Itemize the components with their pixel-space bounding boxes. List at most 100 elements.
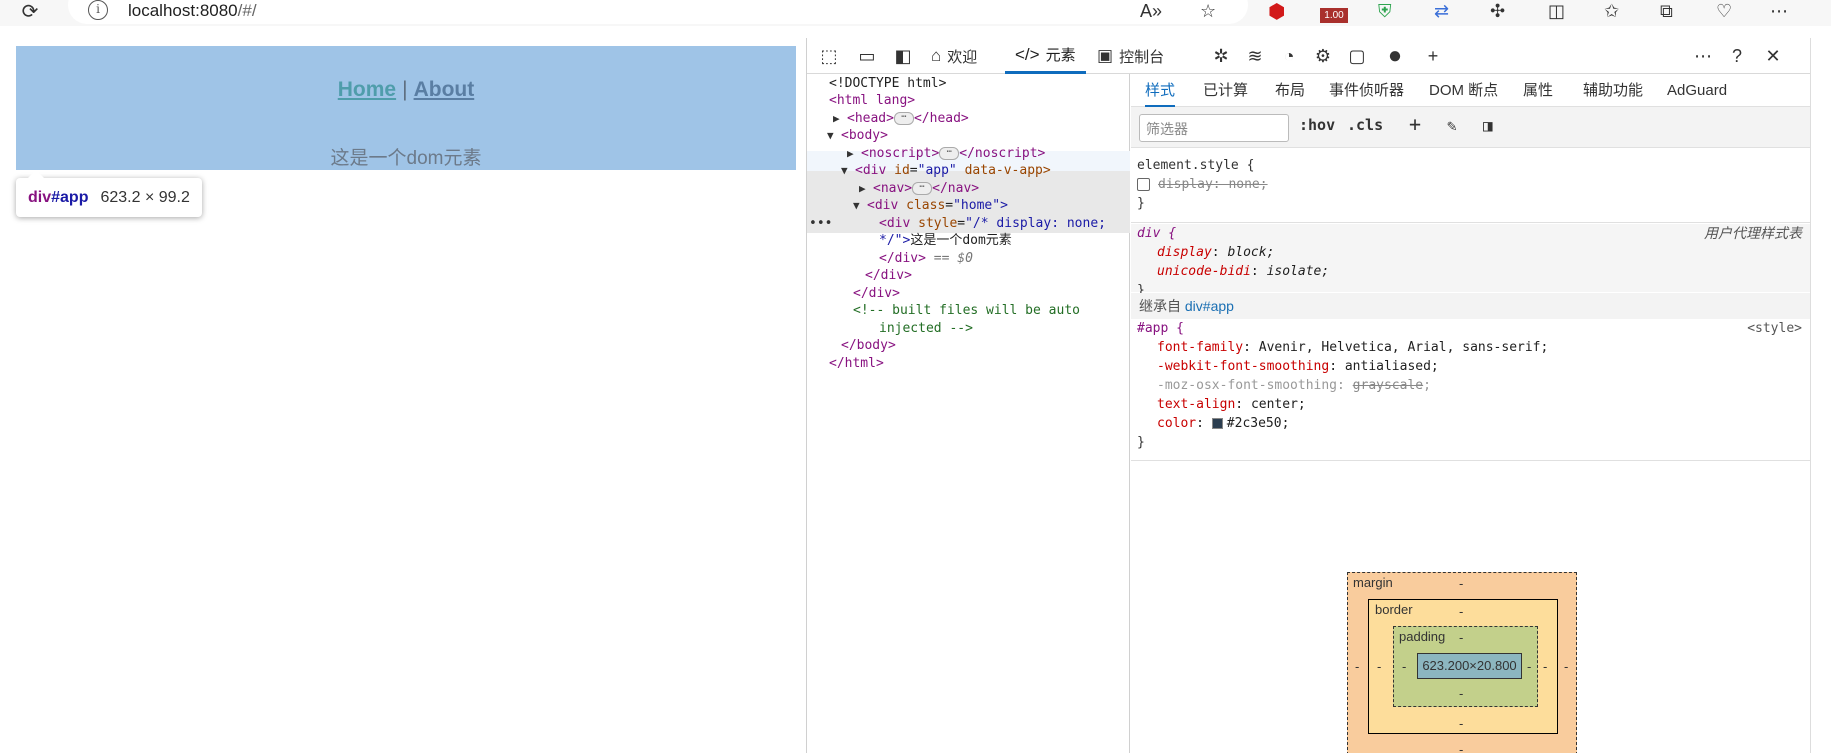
margin-right-value[interactable]: - — [1564, 659, 1568, 674]
url-text[interactable]: localhost:8080/#/ — [128, 1, 257, 21]
margin-top-value[interactable]: - — [1459, 576, 1463, 591]
tab-accessibility[interactable]: 辅助功能 — [1583, 74, 1643, 107]
tab-styles[interactable]: 样式 — [1145, 74, 1176, 107]
padding-bottom-value[interactable]: - — [1459, 686, 1463, 701]
prop-name[interactable]: -webkit-font-smoothing — [1157, 359, 1329, 374]
box-model-content[interactable]: 623.200×20.800 — [1417, 653, 1522, 679]
border-top-value[interactable]: - — [1459, 604, 1463, 619]
style-source-link[interactable]: <style> — [1747, 319, 1802, 338]
extensions-icon[interactable]: ✣ — [1490, 0, 1505, 22]
nav-separator: | — [402, 78, 408, 101]
adblock-icon[interactable]: ⬢ — [1268, 0, 1285, 23]
box-model-margin-label: margin — [1353, 575, 1393, 590]
element-style-prop[interactable]: display: none; — [1158, 177, 1268, 192]
prop-value[interactable]: #2c3e50; — [1227, 416, 1290, 431]
devtools-tabbar: ⬚ ▭ ◧ ⌂ 欢迎 </> 元素 ▣ 控制台 ✲ ≋ ◔ ⚙ ▢ ● + ⋯ ? ✕ — [807, 38, 1812, 74]
dom-nav-open: <nav> — [873, 181, 913, 196]
dom-element-text: 这是一个dom元素 — [330, 148, 482, 169]
browser-essentials-icon[interactable]: ♡ — [1716, 0, 1732, 22]
rule-divider — [1131, 460, 1812, 461]
read-aloud-icon[interactable]: A» — [1140, 0, 1162, 22]
app-selector[interactable]: #app { — [1137, 321, 1184, 336]
padding-right-value[interactable]: - — [1527, 659, 1531, 674]
nav-about-link[interactable]: About — [414, 78, 475, 101]
device-emulation-icon[interactable]: ▭ — [855, 44, 879, 68]
performance-icon[interactable]: ◔ — [1277, 44, 1301, 68]
shield-check-icon[interactable]: ⛨ — [1378, 0, 1392, 22]
prop-name: unicode-bidi — [1157, 264, 1251, 279]
application-icon[interactable]: ▢ — [1345, 44, 1369, 68]
collections-icon[interactable]: ⧉ — [1660, 0, 1673, 22]
margin-bottom-value[interactable]: - — [1459, 742, 1463, 753]
tab-properties[interactable]: 属性 — [1523, 74, 1553, 107]
refresh-icon[interactable]: ⟳ — [18, 0, 42, 23]
dock-side-icon[interactable]: ◧ — [891, 44, 915, 68]
rule-div-ua: div {用户代理样式表 display: block; unicode-bid… — [1131, 224, 1812, 298]
more-menu-icon[interactable]: ⋯ — [1770, 0, 1788, 22]
new-style-rule-icon[interactable]: + — [1409, 112, 1421, 136]
inspect-element-icon[interactable]: ⬚ — [817, 44, 841, 68]
split-screen-icon[interactable]: ◫ — [1548, 0, 1565, 22]
site-info-icon[interactable]: i — [88, 0, 108, 20]
tab-elements[interactable]: </> 元素 — [1005, 38, 1086, 74]
dom-nav-close: </nav> — [932, 181, 980, 196]
prop-value[interactable]: center; — [1251, 397, 1306, 412]
border-left-value[interactable]: - — [1377, 659, 1381, 674]
hov-button[interactable]: :hov — [1299, 116, 1335, 140]
add-tool-icon[interactable]: + — [1421, 44, 1445, 68]
padding-top-value[interactable]: - — [1459, 630, 1463, 645]
dom-div-style-close-tag: </div> — [879, 251, 926, 266]
help-icon[interactable]: ? — [1725, 44, 1749, 68]
toggle-sidebar-icon[interactable]: ◨ — [1483, 116, 1493, 140]
rule-app: #app {<style> font-family: Avenir, Helve… — [1131, 319, 1812, 452]
favorite-star-icon[interactable]: ☆ — [1200, 0, 1216, 22]
prop-value[interactable]: Avenir, Helvetica, Arial, sans-serif; — [1259, 340, 1549, 355]
dom-head-close: </head> — [913, 111, 969, 126]
dom-eq-zero: == $0 — [933, 251, 973, 266]
dom-div-app-val: "app" — [917, 163, 957, 178]
styles-filter-input[interactable]: 筛选器 — [1139, 114, 1289, 142]
dom-div-style-text: 这是一个dom元素 — [910, 233, 1012, 248]
prop-value: block; — [1227, 245, 1275, 260]
property-checkbox[interactable] — [1137, 178, 1150, 191]
network-icon[interactable]: ≋ — [1243, 44, 1267, 68]
inherited-from-link[interactable]: div#app — [1185, 298, 1234, 314]
page-viewport: Home | About 这是一个dom元素 div #app 623.2 × 99.2 — [6, 38, 806, 753]
tab-welcome[interactable]: ⌂ 欢迎 — [931, 38, 977, 74]
extension-badge[interactable]: 1.00 — [1320, 0, 1348, 23]
ellipsis-icon: ⋯ — [912, 182, 933, 195]
border-bottom-value[interactable]: - — [1459, 716, 1463, 731]
console-icon: ▣ — [1097, 46, 1114, 65]
prop-value[interactable]: antialiased; — [1345, 359, 1439, 374]
prop-name[interactable]: text-align — [1157, 397, 1235, 412]
favorites-icon[interactable]: ✩ — [1604, 0, 1619, 22]
sync-icon[interactable]: ⇄ — [1434, 0, 1449, 22]
tab-console[interactable]: ▣ 控制台 — [1097, 38, 1164, 74]
nav-home-link[interactable]: Home — [338, 78, 396, 101]
memory-icon[interactable]: ⚙ — [1311, 44, 1335, 68]
color-swatch[interactable] — [1211, 418, 1223, 429]
prop-value[interactable]: grayscale — [1353, 378, 1423, 393]
padding-left-value[interactable]: - — [1402, 659, 1406, 674]
bug-icon[interactable]: ✲ — [1209, 44, 1233, 68]
margin-left-value[interactable]: - — [1355, 659, 1359, 674]
security-icon[interactable]: ● — [1383, 42, 1407, 69]
paint-brush-icon[interactable]: ✎ — [1447, 116, 1457, 140]
tab-adguard[interactable]: AdGuard — [1667, 74, 1727, 107]
prop-name[interactable]: color — [1157, 416, 1196, 431]
element-style-selector[interactable]: element.style { — [1137, 156, 1812, 175]
dom-row-more-icon[interactable]: ••• — [809, 214, 832, 234]
more-tools-icon[interactable]: ⋯ — [1691, 44, 1715, 68]
tab-dom-breakpoints[interactable]: DOM 断点 — [1429, 74, 1498, 107]
dom-noscript-close: </noscript> — [959, 146, 1046, 161]
dom-html-close[interactable]: </html> — [829, 354, 884, 374]
tab-event-listeners[interactable]: 事件侦听器 — [1329, 74, 1404, 107]
tab-computed[interactable]: 已计算 — [1203, 74, 1248, 107]
styles-filter-row: 筛选器 :hov .cls + ✎ ◨ — [1131, 107, 1812, 148]
cls-button[interactable]: .cls — [1347, 116, 1383, 140]
close-icon[interactable]: ✕ — [1761, 44, 1785, 68]
border-right-value[interactable]: - — [1543, 659, 1547, 674]
prop-name[interactable]: -moz-osx-font-smoothing — [1157, 378, 1337, 393]
tab-layout[interactable]: 布局 — [1275, 74, 1305, 107]
prop-name[interactable]: font-family — [1157, 340, 1243, 355]
